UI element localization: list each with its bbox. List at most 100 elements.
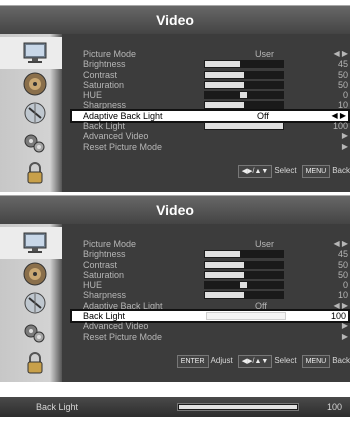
row-label: Reset Picture Mode — [83, 141, 163, 152]
row-label: Advanced Video — [83, 321, 149, 332]
row-value: User — [255, 49, 275, 59]
menu-row-picture-mode[interactable]: Picture Mode User ◀ ▶ — [70, 239, 350, 249]
adjust-hint: Adjust — [210, 356, 233, 365]
menu-title: Video — [0, 6, 350, 34]
menu-row-brightness[interactable]: Brightness 45 — [70, 59, 350, 69]
monitor-icon[interactable] — [22, 40, 48, 66]
menu-row-advanced-video[interactable]: Advanced Video ▶ — [70, 321, 350, 331]
satellite-icon[interactable] — [22, 290, 48, 316]
speaker-icon[interactable] — [22, 71, 48, 97]
video-menu-panel-1: Video Picture Mode User ◀ ▶ Brightness 4… — [0, 5, 350, 192]
left-right-arrows-icon: ◀ ▶ — [333, 239, 348, 248]
navigate-key: ◀▶/▲▼ — [237, 165, 273, 178]
menu-row-brightness[interactable]: Brightness 45 — [70, 249, 350, 259]
menu-row-contrast[interactable]: Contrast 50 — [70, 70, 350, 80]
monitor-icon[interactable] — [22, 230, 48, 256]
menu-footer: ◀▶/▲▼ Select MENU Back — [236, 164, 350, 178]
row-label: Reset Picture Mode — [83, 331, 163, 342]
menu-row-sharpness[interactable]: Sharpness 10 — [70, 100, 350, 110]
level-fill — [205, 123, 283, 130]
select-hint: Select — [274, 166, 297, 175]
satellite-icon[interactable] — [22, 100, 48, 126]
level-fill — [205, 81, 244, 88]
left-right-arrows-icon: ◀ ▶ — [331, 110, 346, 120]
enter-key: ENTER — [176, 355, 209, 368]
level-fill — [205, 292, 244, 299]
video-menu-panel-2: Video Picture Mode User ◀ ▶ Brightness 4… — [0, 195, 350, 382]
row-value: Off — [257, 110, 269, 121]
row-label: Picture Mode — [83, 239, 137, 249]
row-label: Back Light — [83, 121, 126, 132]
right-arrow-icon: ▶ — [341, 141, 348, 151]
level-fill — [207, 313, 285, 320]
row-label: Sharpness — [83, 100, 127, 111]
hue-bar — [204, 91, 284, 100]
menu-row-back-light[interactable]: Back Light 100 — [70, 309, 350, 324]
osd-level-bar[interactable] — [177, 403, 299, 411]
row-label: Contrast — [83, 259, 118, 270]
row-label: HUE — [83, 90, 103, 101]
hue-marker — [240, 92, 247, 99]
level-bar — [204, 291, 284, 300]
menu-row-back-light[interactable]: Back Light 100 — [70, 121, 350, 131]
row-value: Off — [255, 300, 267, 311]
row-label: Advanced Video — [83, 131, 149, 142]
speaker-icon[interactable] — [22, 261, 48, 287]
select-hint: Select — [274, 356, 297, 365]
menu-row-hue[interactable]: HUE 0 — [70, 280, 350, 290]
back-light-adjust-osd: Back Light 100 — [0, 397, 350, 417]
level-fill — [205, 102, 244, 109]
back-hint: Back — [332, 166, 350, 175]
menu-row-adaptive-back-light[interactable]: Adaptive Back Light Off ◀ ▶ — [70, 108, 350, 124]
menu-key: MENU — [301, 355, 331, 368]
row-value: 0 — [342, 90, 348, 101]
row-value: 50 — [337, 69, 348, 80]
menu-row-sharpness[interactable]: Sharpness 10 — [70, 290, 350, 300]
menu-row-reset-picture-mode[interactable]: Reset Picture Mode ▶ — [70, 332, 350, 342]
right-arrow-icon: ▶ — [341, 321, 348, 331]
menu-footer: ENTER Adjust ◀▶/▲▼ Select MENU Back — [175, 354, 350, 368]
right-arrow-icon: ▶ — [341, 131, 348, 141]
padlock-icon[interactable] — [22, 160, 48, 186]
row-value: 10 — [337, 290, 348, 301]
category-sidebar — [0, 34, 62, 192]
left-right-arrows-icon: ◀ ▶ — [333, 49, 348, 58]
menu-row-picture-mode[interactable]: Picture Mode User ◀ ▶ — [70, 49, 350, 59]
level-bar — [204, 60, 284, 69]
level-bar — [206, 312, 286, 321]
video-settings-list: Picture Mode User ◀ ▶ Brightness 45 Cont… — [70, 239, 350, 342]
hue-marker — [240, 282, 247, 289]
level-fill — [205, 71, 244, 78]
level-bar — [204, 70, 284, 79]
menu-row-reset-picture-mode[interactable]: Reset Picture Mode ▶ — [70, 142, 350, 152]
row-value: 50 — [337, 79, 348, 90]
row-label: Brightness — [83, 249, 126, 260]
gears-icon[interactable] — [22, 320, 48, 346]
level-bar — [204, 260, 284, 269]
row-value: User — [255, 239, 275, 249]
row-label: Contrast — [83, 69, 118, 80]
menu-row-saturation[interactable]: Saturation 50 — [70, 80, 350, 90]
row-label: Saturation — [83, 269, 125, 280]
menu-row-advanced-video[interactable]: Advanced Video ▶ — [70, 131, 350, 141]
menu-key: MENU — [301, 165, 331, 178]
menu-row-adaptive-back-light[interactable]: Adaptive Back Light Off ◀ ▶ — [70, 301, 350, 311]
level-fill — [205, 271, 244, 278]
row-label: Picture Mode — [83, 49, 137, 59]
hue-bar — [204, 281, 284, 290]
category-sidebar — [0, 224, 62, 382]
level-bar — [204, 80, 284, 89]
navigate-key: ◀▶/▲▼ — [237, 355, 273, 368]
menu-row-saturation[interactable]: Saturation 50 — [70, 270, 350, 280]
padlock-icon[interactable] — [22, 350, 48, 376]
menu-row-hue[interactable]: HUE 0 — [70, 90, 350, 100]
menu-title: Video — [0, 196, 350, 224]
level-fill — [205, 61, 240, 68]
row-value: 0 — [342, 280, 348, 291]
left-right-arrows-icon: ◀ ▶ — [333, 300, 348, 310]
row-value: 50 — [337, 259, 348, 270]
row-value: 100 — [330, 311, 346, 322]
menu-row-contrast[interactable]: Contrast 50 — [70, 260, 350, 270]
gears-icon[interactable] — [22, 130, 48, 156]
row-value: 50 — [337, 269, 348, 280]
